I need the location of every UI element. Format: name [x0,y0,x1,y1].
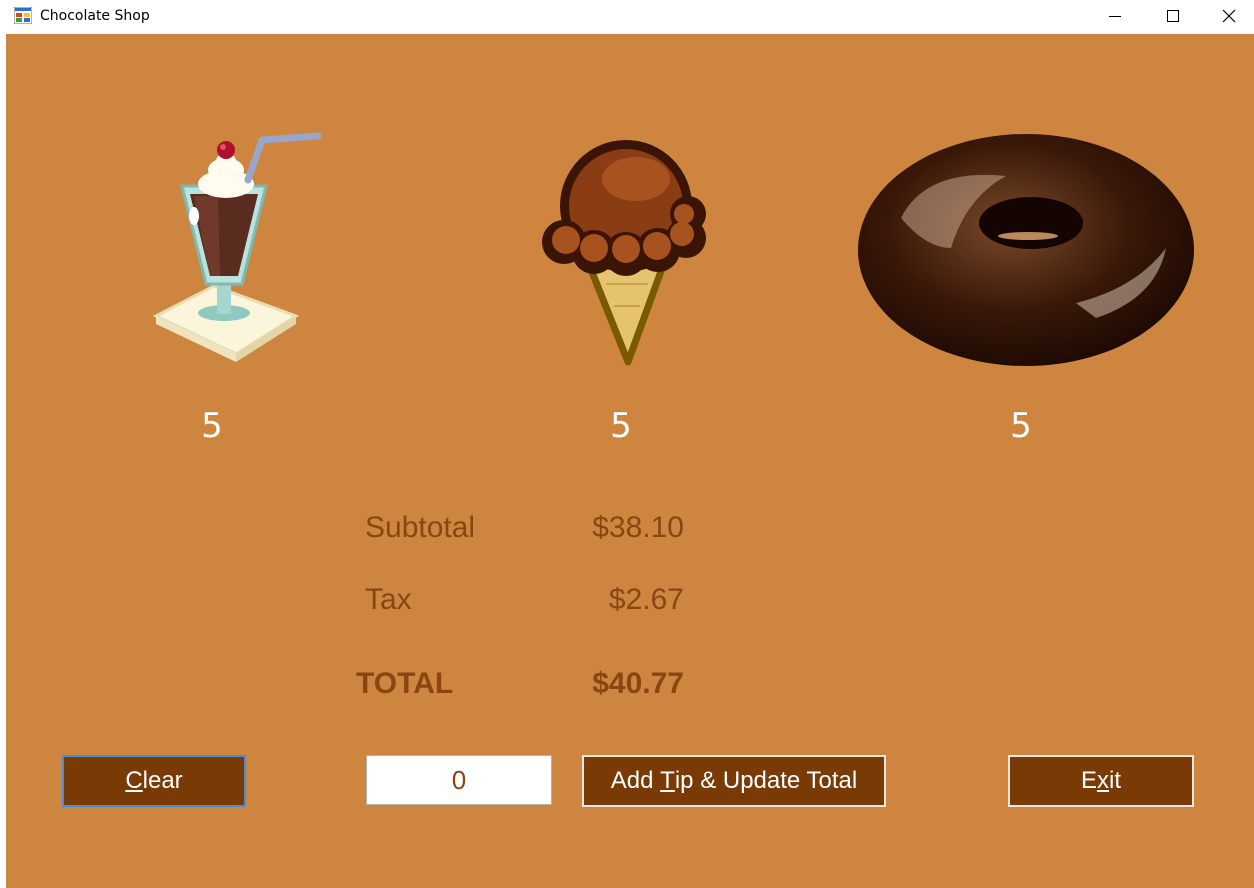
total-value: $40.77 [592,667,684,700]
title-bar[interactable]: Chocolate Shop [0,0,1254,34]
clear-button[interactable]: Clear [62,755,246,807]
clear-label-post: lear [142,767,183,794]
donut-quantity: 5 [1010,406,1032,446]
tax-value: $2.67 [608,583,684,616]
add-tip-update-total-button[interactable]: Add Tip & Update Total [582,755,886,807]
tax-label: Tax [365,583,412,616]
exit-label-mnemonic: x [1097,767,1109,794]
clear-label-mnemonic: C [125,767,143,794]
maximize-icon [1167,10,1179,22]
subtotal-label: Subtotal [365,511,476,544]
add-tip-label-pre: Add [610,767,661,794]
subtotal-value: $38.10 [592,511,684,544]
minimize-button[interactable] [1092,0,1138,32]
chocolate-ice-cream-cone-icon[interactable] [536,134,716,369]
add-tip-label-mnemonic: T [660,767,675,794]
close-button[interactable] [1206,0,1252,32]
minimize-icon [1109,16,1121,17]
client-area: 5 5 5 Subtotal $38.10 Tax $2.67 TOTAL $4… [6,34,1254,888]
exit-label-post: it [1109,767,1121,794]
tip-input[interactable] [366,755,552,805]
chocolate-milkshake-icon[interactable] [136,126,326,376]
app-window: Chocolate Shop 5 5 5 Subtotal $38.10 Tax… [0,0,1254,888]
ice-cream-quantity: 5 [610,406,632,446]
chocolate-donut-icon[interactable] [856,128,1196,373]
app-icon [14,7,32,24]
milkshake-quantity: 5 [201,406,223,446]
exit-label-pre: E [1080,767,1097,794]
add-tip-label-post: ip & Update Total [674,767,858,794]
maximize-button[interactable] [1150,0,1196,32]
window-title: Chocolate Shop [40,8,150,24]
close-icon [1222,9,1236,23]
exit-button[interactable]: Ex it [1008,755,1194,807]
total-label: TOTAL [356,667,454,700]
